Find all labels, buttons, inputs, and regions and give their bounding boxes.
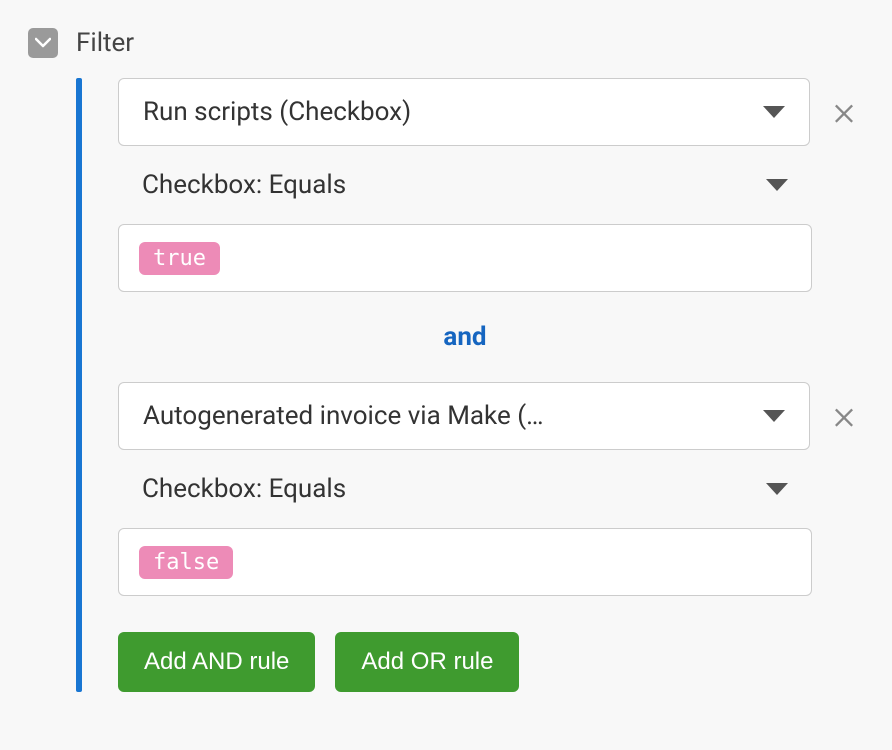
rule-block: Autogenerated invoice via Make (… Checkb… — [118, 382, 864, 596]
operator-value: Checkbox: Equals — [142, 170, 346, 200]
field-select-value: Autogenerated invoice via Make (… — [143, 401, 544, 431]
group-indicator-bar — [76, 78, 82, 692]
field-select[interactable]: Autogenerated invoice via Make (… — [118, 382, 810, 450]
rule-block: Run scripts (Checkbox) Checkbox: Equals … — [118, 78, 864, 292]
button-row: Add AND rule Add OR rule — [118, 632, 864, 692]
operator-value: Checkbox: Equals — [142, 474, 346, 504]
close-icon — [830, 98, 858, 126]
operator-select[interactable]: Checkbox: Equals — [118, 460, 812, 518]
chevron-down-icon — [35, 37, 51, 49]
field-select-value: Run scripts (Checkbox) — [143, 97, 411, 127]
add-or-rule-button[interactable]: Add OR rule — [335, 632, 519, 692]
field-select[interactable]: Run scripts (Checkbox) — [118, 78, 810, 146]
rules-body: Run scripts (Checkbox) Checkbox: Equals … — [118, 78, 864, 692]
add-and-rule-button[interactable]: Add AND rule — [118, 632, 315, 692]
rules-container: Run scripts (Checkbox) Checkbox: Equals … — [76, 78, 864, 692]
filter-label: Filter — [76, 28, 134, 58]
collapse-toggle[interactable] — [28, 28, 58, 58]
close-icon — [830, 402, 858, 430]
field-row: Run scripts (Checkbox) — [118, 78, 858, 146]
value-tag: true — [139, 242, 220, 275]
value-input[interactable]: false — [118, 528, 812, 596]
value-input[interactable]: true — [118, 224, 812, 292]
remove-rule-button[interactable] — [830, 98, 858, 126]
caret-down-icon — [763, 410, 785, 422]
caret-down-icon — [766, 179, 788, 191]
filter-header: Filter — [28, 28, 864, 58]
combinator-label: and — [118, 292, 812, 382]
field-row: Autogenerated invoice via Make (… — [118, 382, 858, 450]
caret-down-icon — [766, 483, 788, 495]
remove-rule-button[interactable] — [830, 402, 858, 430]
caret-down-icon — [763, 106, 785, 118]
value-tag: false — [139, 546, 233, 579]
operator-select[interactable]: Checkbox: Equals — [118, 156, 812, 214]
